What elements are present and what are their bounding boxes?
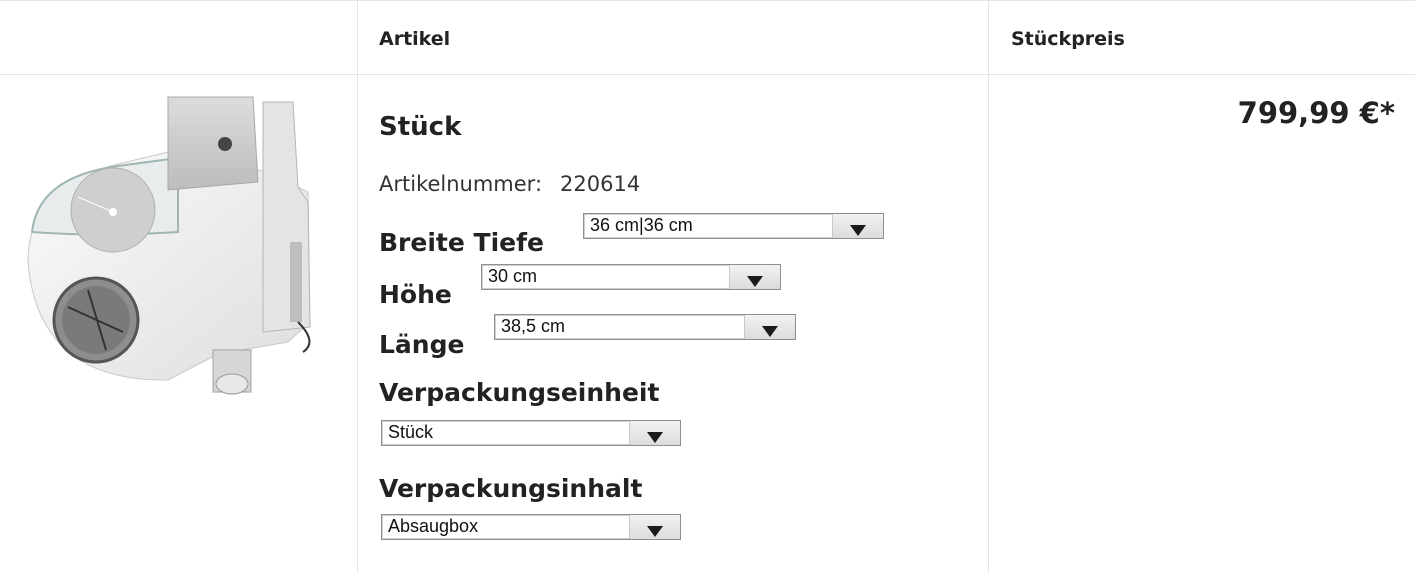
attr-label-verpackungseinheit: Verpackungseinheit <box>379 378 660 407</box>
article-number: Artikelnummer: 220614 <box>379 172 640 196</box>
select-hoehe[interactable]: 30 cm <box>481 264 781 290</box>
chevron-down-icon <box>647 432 663 443</box>
chevron-down-icon <box>850 225 866 236</box>
column-divider <box>988 0 989 573</box>
attr-label-hoehe: Höhe <box>379 280 452 309</box>
article-number-label: Artikelnummer: <box>379 172 543 196</box>
attr-label-verpackungsinhalt: Verpackungsinhalt <box>379 474 643 503</box>
select-verpackungseinheit[interactable]: Stück <box>381 420 681 446</box>
select-laenge[interactable]: 38,5 cm <box>494 314 796 340</box>
article-number-value: 220614 <box>560 172 641 196</box>
column-header-article: Artikel <box>379 28 451 50</box>
select-breite-tiefe[interactable]: 36 cm|36 cm <box>583 213 884 239</box>
select-value: Absaugbox <box>388 516 479 536</box>
select-value: Stück <box>388 422 434 442</box>
select-value: 38,5 cm <box>501 316 566 336</box>
attr-label-laenge: Länge <box>379 330 465 359</box>
chevron-down-icon <box>762 326 778 337</box>
column-divider <box>357 0 358 573</box>
unit-price: 799,99 €* <box>1237 96 1395 130</box>
select-verpackungsinhalt[interactable]: Absaugbox <box>381 514 681 540</box>
row-divider <box>0 74 1415 75</box>
product-image[interactable] <box>18 92 338 397</box>
column-header-price: Stückpreis <box>1011 28 1125 50</box>
select-value: 36 cm|36 cm <box>590 215 693 235</box>
product-title: Stück <box>379 112 462 142</box>
chevron-down-icon <box>647 526 663 537</box>
chevron-down-icon <box>747 276 763 287</box>
row-divider <box>0 0 1415 1</box>
select-value: 30 cm <box>488 266 538 286</box>
product-table: Artikel Stückpreis Stück Artikelnummer: … <box>0 0 1415 573</box>
attr-label-breite-tiefe: Breite Tiefe <box>379 228 544 257</box>
